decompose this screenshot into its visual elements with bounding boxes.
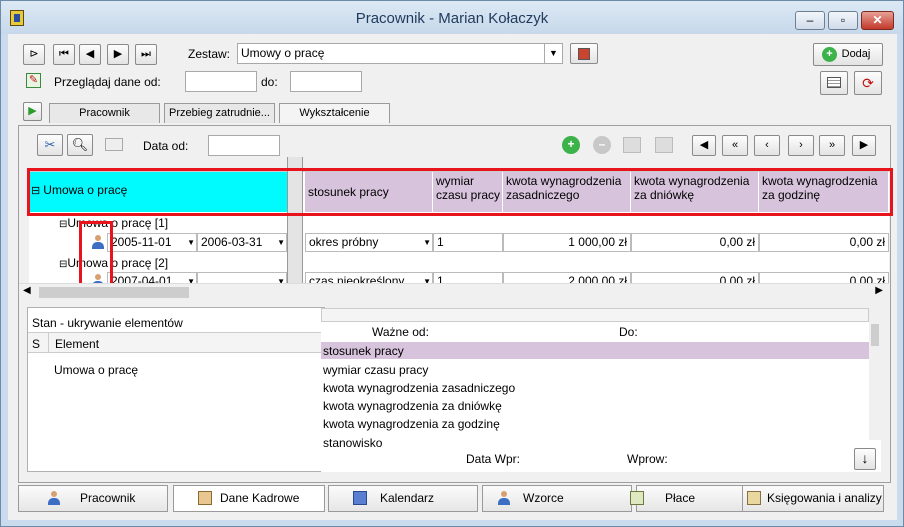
detail-item-2[interactable]: wymiar czasu pracy: [323, 363, 428, 377]
chevron-down-icon[interactable]: ▼: [544, 44, 562, 63]
main-panel: ✂ 🔍︎ Data od: + – ◀ « ‹ › » ▶ ⊟ Umowa o …: [18, 125, 893, 483]
table-view-icon[interactable]: [820, 71, 848, 95]
detail-item-3[interactable]: kwota wynagrodzenia zasadniczego: [323, 381, 515, 395]
header-highlight-box: [27, 168, 893, 216]
grid-fast-back-button[interactable]: «: [722, 135, 748, 156]
bottom-tab-kalendarz[interactable]: Kalendarz: [328, 485, 478, 512]
calendar-icon[interactable]: [105, 138, 123, 151]
row-label-2[interactable]: ⊟Umowa o pracę [2]: [59, 256, 168, 270]
scroll-thumb[interactable]: [39, 287, 189, 298]
horizontal-scrollbar[interactable]: ◀ ▶: [19, 283, 889, 300]
row1-dniowka[interactable]: 0,00 zł: [631, 233, 759, 252]
dodaj-button[interactable]: + Dodaj: [813, 43, 883, 66]
expand-tabs-icon[interactable]: ▶: [23, 102, 42, 121]
row1-wymiar[interactable]: 1: [433, 233, 503, 252]
nav-new-button[interactable]: ⊳: [23, 44, 45, 65]
wprow-label: Wprow:: [627, 452, 668, 466]
tab-przebieg[interactable]: Przebieg zatrudnie...: [164, 103, 275, 123]
grid-last-button[interactable]: ▶: [852, 135, 876, 156]
close-button[interactable]: ✕: [861, 11, 894, 30]
remove-row-icon[interactable]: –: [593, 136, 611, 154]
zestaw-label: Zestaw:: [188, 47, 231, 61]
data-wpr-label: Data Wpr:: [466, 452, 521, 466]
row1-stosunek[interactable]: okres próbny ▼: [305, 233, 433, 252]
zestaw-value: Umowy o pracę: [241, 46, 325, 60]
title-bar[interactable]: Pracownik - Marian Kołaczyk – ▫ ✕: [1, 1, 903, 34]
tab-pracownik[interactable]: Pracownik: [49, 103, 160, 123]
bottom-tab-ksiegowania[interactable]: Księgowania i analizy: [742, 485, 884, 512]
vertical-scrollbar[interactable]: [869, 308, 881, 440]
id-card-icon: [198, 491, 212, 505]
nav-first-button[interactable]: ⏮: [53, 44, 75, 65]
row1-date-to[interactable]: 2006-03-31 ▼: [197, 233, 287, 252]
bottom-tab-place[interactable]: Płace: [630, 485, 744, 512]
bottom-tab-wzorce[interactable]: Wzorce: [482, 485, 632, 512]
stan-panel: Stan - ukrywanie elementów S Element Umo…: [27, 307, 325, 472]
do-col-label: Do:: [619, 325, 638, 339]
row1-date-from[interactable]: 2005-11-01 ▼: [107, 233, 197, 252]
person-icon: [47, 491, 61, 505]
dodaj-label: Dodaj: [841, 48, 871, 60]
do-label: do:: [261, 75, 278, 89]
edit-pencil-icon[interactable]: ✎: [26, 73, 41, 88]
grid-back-button[interactable]: ‹: [754, 135, 780, 156]
arrow-down-icon[interactable]: ↓: [854, 448, 876, 470]
od-date-input[interactable]: [185, 71, 257, 92]
wazne-od-label: Ważne od:: [372, 325, 429, 339]
minimize-button[interactable]: –: [795, 11, 825, 30]
row1-zasadnicze[interactable]: 1 000,00 zł: [503, 233, 631, 252]
add-row-icon[interactable]: +: [562, 136, 580, 154]
client-area: ⊳ ⏮ ◀ ▶ ⏭ Zestaw: Umowy o pracę ▼ + Doda…: [8, 34, 897, 520]
window-title: Pracownik - Marian Kołaczyk: [355, 10, 549, 27]
calendar-icon: [353, 491, 367, 505]
detail-item-6[interactable]: stanowisko: [323, 436, 382, 450]
tools-icon[interactable]: ✂: [37, 134, 63, 156]
chevron-down-icon[interactable]: ▼: [187, 234, 195, 251]
detail-item-1[interactable]: stosunek pracy: [323, 344, 404, 358]
nav-last-button[interactable]: ⏭: [135, 44, 157, 65]
detail-item-5[interactable]: kwota wynagrodzenia za godzinę: [323, 417, 500, 431]
copy-icon[interactable]: [623, 137, 641, 153]
people-icon: [497, 491, 511, 505]
icon-highlight-box-1: [79, 221, 113, 291]
stan-col-s: S: [32, 337, 41, 351]
tab-wyksztalcenie[interactable]: Wykształcenie: [279, 103, 390, 123]
bottom-tab-pracownik[interactable]: Pracownik: [18, 485, 168, 512]
contracts-grid: ⊟ Umowa o pracę stosunek pracy wymiar cz…: [27, 157, 893, 291]
grid-forward-button[interactable]: ›: [788, 135, 814, 156]
przegladaj-label: Przeglądaj dane od:: [54, 75, 161, 89]
data-od-label: Data od:: [143, 139, 189, 153]
stan-item[interactable]: Umowa o pracę: [54, 363, 138, 377]
paste-icon[interactable]: [655, 137, 673, 153]
ledger-icon: [747, 491, 761, 505]
refresh-icon[interactable]: ⟳: [854, 71, 882, 95]
details-panel: Ważne od: Do: stosunek pracy wymiar czas…: [321, 308, 881, 472]
nav-prev-button[interactable]: ◀: [79, 44, 101, 65]
zestaw-select[interactable]: Umowy o pracę ▼: [237, 43, 563, 64]
main-window: Pracownik - Marian Kołaczyk – ▫ ✕ ⊳ ⏮ ◀ …: [0, 0, 904, 527]
grid-first-button[interactable]: ◀: [692, 135, 716, 156]
stan-col-element: Element: [55, 337, 100, 351]
stan-title: Stan - ukrywanie elementów: [32, 316, 183, 330]
zestaw-settings-icon[interactable]: [570, 43, 598, 64]
grid-fast-forward-button[interactable]: »: [819, 135, 845, 156]
nav-next-button[interactable]: ▶: [107, 44, 129, 65]
detail-item-4[interactable]: kwota wynagrodzenia za dniówkę: [323, 399, 502, 413]
row1-godzina[interactable]: 0,00 zł: [759, 233, 889, 252]
add-icon: +: [822, 47, 837, 62]
row-label-1[interactable]: ⊟Umowa o pracę [1]: [59, 216, 168, 230]
calculator-icon: [630, 491, 644, 505]
search-icon[interactable]: 🔍︎: [67, 134, 93, 156]
bottom-tab-dane-kadrowe[interactable]: Dane Kadrowe: [173, 485, 325, 512]
maximize-button[interactable]: ▫: [828, 11, 858, 30]
data-od-input[interactable]: [208, 135, 280, 156]
chevron-down-icon[interactable]: ▼: [277, 234, 285, 251]
chevron-down-icon[interactable]: ▼: [423, 234, 431, 251]
do-date-input[interactable]: [290, 71, 362, 92]
